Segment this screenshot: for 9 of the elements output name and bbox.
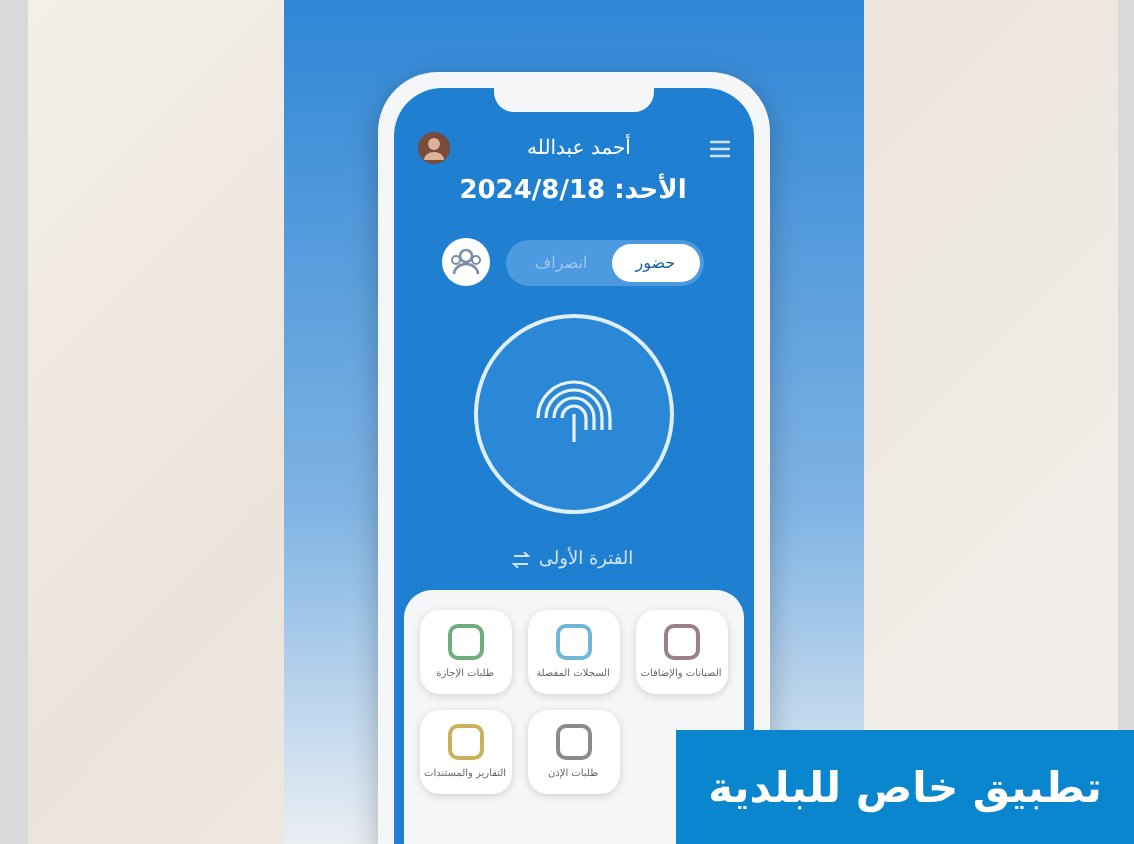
date-label: الأحد: 2024/8/18 [459,176,687,206]
group-icon[interactable] [442,238,491,286]
menu-icon[interactable] [709,139,729,157]
swap-icon[interactable] [512,552,531,568]
user-name: أحمد عبدالله [527,137,631,159]
shift-label: الفترة الأولى [538,550,634,570]
avatar-icon[interactable] [417,132,449,164]
attendance-tab[interactable]: حضور [611,243,700,281]
caption-banner: تطبيق خاص للبلدية [676,730,1134,844]
